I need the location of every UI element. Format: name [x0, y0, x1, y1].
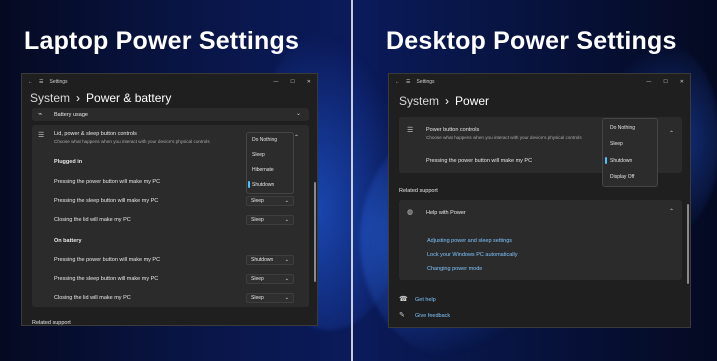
lid-controls-title: Lid, power & sleep button controls	[54, 131, 137, 137]
chevron-down-icon: ⌄	[284, 217, 289, 223]
hamburger-icon[interactable]: ☰	[39, 79, 43, 85]
hamburger-icon[interactable]: ☰	[406, 79, 410, 85]
battery-sleep-dropdown[interactable]: Sleep ⌄	[246, 274, 294, 284]
menu-item-shutdown[interactable]: Shutdown	[610, 158, 632, 164]
plugged-sleep-label: Pressing the sleep button will make my P…	[54, 198, 159, 204]
power-controls-title: Power button controls	[426, 127, 480, 133]
minimize-icon[interactable]: —	[273, 79, 278, 85]
title-bar: ← ☰ Settings — ☐ ✕	[389, 74, 690, 90]
power-button-row-label: Pressing the power button will make my P…	[426, 158, 533, 164]
related-support-label: Related support	[32, 320, 71, 326]
menu-item-hibernate[interactable]: Hibernate	[252, 167, 274, 173]
heading-laptop: Laptop Power Settings	[24, 27, 300, 55]
window-title: Settings	[49, 79, 68, 85]
breadcrumb: System › Power & battery	[30, 91, 171, 105]
chevron-up-icon[interactable]: ⌃	[669, 209, 674, 215]
menu-item-sleep[interactable]: Sleep	[610, 141, 623, 147]
link-lock-windows-pc[interactable]: Lock your Windows PC automatically	[427, 252, 517, 258]
plugged-power-label: Pressing the power button will make my P…	[54, 179, 161, 185]
back-arrow-icon[interactable]: ←	[395, 79, 400, 85]
breadcrumb-parent[interactable]: System	[30, 91, 70, 105]
breadcrumb-parent[interactable]: System	[399, 94, 439, 108]
chevron-up-icon[interactable]: ⌃	[669, 131, 674, 137]
plugged-lid-value: Sleep	[251, 217, 264, 223]
desktop-settings-window: ← ☰ Settings — ☐ ✕ System › Power ☰ Powe…	[388, 73, 691, 328]
power-controls-desc: Choose what happens when you interact wi…	[426, 135, 582, 140]
plugged-lid-dropdown[interactable]: Sleep ⌄	[246, 215, 294, 225]
link-adjust-power-sleep[interactable]: Adjusting power and sleep settings	[427, 238, 512, 244]
page-title: Power & battery	[86, 91, 172, 105]
feedback-icon: ✎	[399, 312, 405, 319]
plugged-sleep-dropdown[interactable]: Sleep ⌄	[246, 196, 294, 206]
title-bar: ← ☰ Settings — ☐ ✕	[22, 74, 317, 90]
chevron-down-icon: ⌄	[284, 198, 289, 204]
menu-item-do-nothing[interactable]: Do Nothing	[252, 137, 277, 143]
plugged-lid-label: Closing the lid will make my PC	[54, 217, 131, 223]
chevron-down-icon: ⌄	[284, 257, 289, 263]
page-title: Power	[455, 94, 490, 108]
scrollbar[interactable]	[314, 182, 316, 282]
chevron-down-icon: ⌄	[284, 295, 289, 301]
minimize-icon[interactable]: —	[646, 79, 651, 85]
scrollbar[interactable]	[687, 204, 689, 284]
laptop-settings-window: ← ☰ Settings — ☐ ✕ System › Power & batt…	[21, 73, 318, 326]
maximize-icon[interactable]: ☐	[663, 79, 667, 85]
get-help-icon: ☎	[399, 296, 408, 303]
battery-sleep-label: Pressing the sleep button will make my P…	[54, 276, 159, 282]
battery-sleep-value: Sleep	[251, 276, 264, 282]
give-feedback-link[interactable]: Give feedback	[415, 313, 450, 319]
plugged-sleep-value: Sleep	[251, 198, 264, 204]
lid-controls-desc: Choose what happens when you interact wi…	[54, 139, 210, 144]
plugged-in-heading: Plugged in	[54, 159, 83, 165]
close-icon[interactable]: ✕	[680, 79, 684, 85]
window-title: Settings	[416, 79, 435, 85]
battery-power-dropdown[interactable]: Shutdown ⌄	[246, 255, 294, 265]
selected-indicator	[605, 157, 607, 164]
breadcrumb-separator: ›	[445, 94, 450, 108]
close-icon[interactable]: ✕	[307, 79, 311, 85]
power-button-dropdown-menu: Do Nothing Sleep Hibernate Shutdown	[246, 132, 294, 194]
help-with-power-card: ◍ Help with Power ⌃ Adjusting power and …	[399, 200, 682, 280]
chevron-down-icon: ⌄	[284, 276, 289, 282]
globe-icon: ◍	[407, 209, 414, 216]
heading-desktop: Desktop Power Settings	[386, 27, 677, 55]
battery-chart-icon: ⌁	[38, 111, 43, 118]
get-help-link[interactable]: Get help	[415, 297, 436, 303]
lid-controls-icon: ☰	[38, 132, 45, 139]
power-controls-icon: ☰	[407, 127, 414, 134]
link-changing-power-mode[interactable]: Changing power mode	[427, 266, 482, 272]
battery-usage-label: Battery usage	[54, 112, 88, 118]
chevron-down-icon: ⌄	[295, 111, 301, 117]
battery-power-label: Pressing the power button will make my P…	[54, 257, 161, 263]
menu-item-sleep[interactable]: Sleep	[252, 152, 265, 158]
maximize-icon[interactable]: ☐	[290, 79, 294, 85]
battery-lid-label: Closing the lid will make my PC	[54, 295, 131, 301]
chevron-up-icon[interactable]: ⌃	[294, 135, 299, 141]
related-support-label: Related support	[399, 188, 438, 194]
on-battery-heading: On battery	[54, 238, 82, 244]
menu-item-shutdown[interactable]: Shutdown	[252, 182, 274, 188]
menu-item-display-off[interactable]: Display Off	[610, 174, 634, 180]
menu-item-do-nothing[interactable]: Do Nothing	[610, 125, 635, 131]
battery-lid-value: Sleep	[251, 295, 264, 301]
battery-power-value: Shutdown	[251, 257, 274, 263]
selected-indicator	[248, 181, 250, 188]
battery-usage-row[interactable]: ⌁ Battery usage ⌄	[32, 108, 309, 121]
battery-lid-dropdown[interactable]: Sleep ⌄	[246, 293, 294, 303]
back-arrow-icon[interactable]: ←	[28, 79, 33, 85]
breadcrumb: System › Power	[399, 94, 489, 108]
power-button-dropdown-menu: Do Nothing Sleep Shutdown Display Off	[602, 118, 658, 187]
help-with-power-title: Help with Power	[426, 210, 466, 216]
panel-divider	[351, 0, 353, 361]
breadcrumb-separator: ›	[76, 91, 81, 105]
